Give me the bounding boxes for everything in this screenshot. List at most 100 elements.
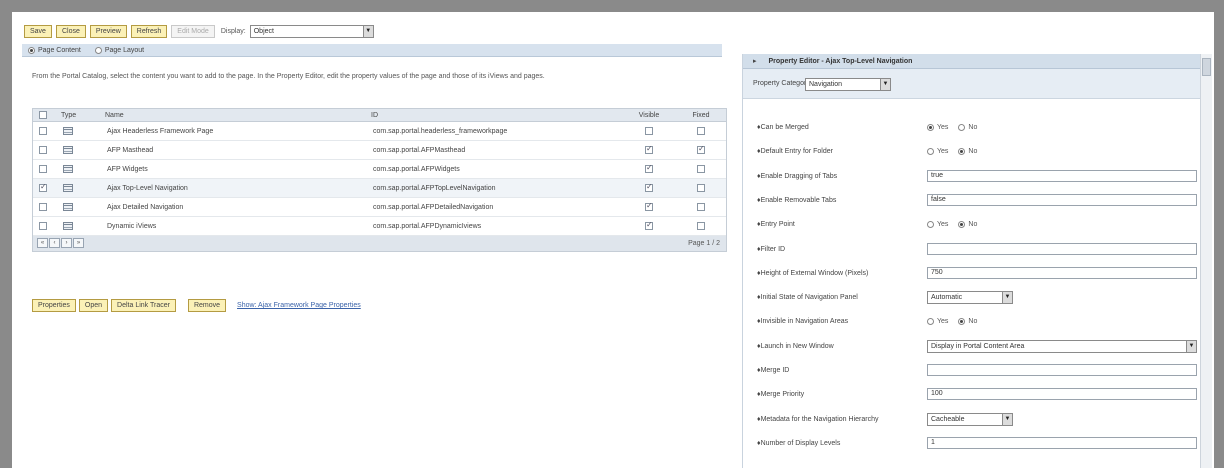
property-category-value: Navigation [809,81,843,88]
row-select-checkbox[interactable] [39,165,47,173]
display-select-value: Object [253,27,274,35]
visible-checkbox[interactable] [645,182,653,192]
close-button[interactable]: Close [55,24,86,38]
row-name[interactable]: AFP Widgets [101,160,371,178]
fixed-checkbox[interactable] [697,127,705,135]
toolbar: Save Close Preview Refresh Edit Mode Dis… [24,22,374,40]
table-row[interactable]: AFP Masthead com.sap.portal.AFPMasthead [33,141,726,160]
iview-type-icon [63,222,73,230]
property-label: ♦Enable Dragging of Tabs [757,173,838,180]
radio-no[interactable]: No [958,317,977,325]
radio-yes[interactable]: Yes [927,147,948,155]
property-row: ♦Merge Priority 100 [743,383,1199,407]
property-editor: ▸ Property Editor - Ajax Top-Level Navig… [742,54,1212,468]
properties-button[interactable]: Properties [32,299,76,312]
property-select[interactable]: Cacheable ▼ [927,413,1013,426]
property-input[interactable] [927,243,1197,255]
fixed-checkbox[interactable] [697,165,705,173]
yes-no-radio-group: Yes No [927,315,977,327]
column-name[interactable]: Name [101,109,371,121]
row-select-checkbox[interactable] [39,222,47,230]
edit-mode-button[interactable]: Edit Mode [171,24,215,38]
property-input[interactable] [927,364,1197,376]
radio-yes[interactable]: Yes [927,123,948,131]
last-page-icon[interactable]: » [73,238,84,248]
yes-no-radio-group: Yes No [927,121,977,133]
row-id: com.sap.portal.AFPMasthead [373,146,466,154]
tab-page-content[interactable]: Page Content [28,46,81,54]
property-input[interactable]: 100 [927,388,1197,400]
property-category-select[interactable]: Navigation ▼ [805,78,891,91]
property-row: ♦Invisible in Navigation Areas Yes No [743,310,1199,334]
property-label: ♦Launch in New Window [757,343,834,350]
table-row[interactable]: Dynamic iViews com.sap.portal.AFPDynamicI… [33,217,726,236]
visible-checkbox[interactable] [645,144,653,154]
property-input[interactable]: 750 [927,267,1197,279]
property-editor-scrollbar[interactable] [1200,54,1212,468]
property-row: ♦Enable Removable Tabs false [743,189,1199,213]
radio-no[interactable]: No [958,147,977,155]
row-select-checkbox[interactable] [39,146,47,154]
show-properties-link[interactable]: Show: Ajax Framework Page Properties [237,302,361,309]
table-header: Type Name ID Visible Fixed [33,109,726,122]
display-select[interactable]: Object ▼ [249,24,374,38]
next-page-icon[interactable]: › [61,238,72,248]
visible-checkbox[interactable] [645,220,653,230]
property-editor-header: ▸ Property Editor - Ajax Top-Level Navig… [743,54,1212,69]
refresh-button[interactable]: Refresh [130,24,168,38]
property-select[interactable]: Display in Portal Content Area ▼ [927,340,1197,353]
row-name[interactable]: Ajax Headerless Framework Page [101,122,371,140]
fixed-checkbox[interactable] [697,203,705,211]
property-input[interactable]: false [927,194,1197,206]
row-name[interactable]: Ajax Top-Level Navigation [101,179,371,197]
radio-no[interactable]: No [958,220,977,228]
property-input[interactable]: 1 [927,437,1197,449]
fixed-checkbox[interactable] [697,184,705,192]
radio-icon [927,147,934,155]
column-id[interactable]: ID [367,109,627,121]
table-row[interactable]: Ajax Detailed Navigation com.sap.portal.A… [33,198,726,217]
row-select-checkbox[interactable] [39,203,47,211]
row-select-checkbox[interactable] [39,127,47,135]
radio-icon [958,147,966,155]
column-type[interactable]: Type [57,109,97,121]
row-select-checkbox[interactable] [39,182,47,192]
scrollbar-thumb[interactable] [1202,58,1211,76]
row-id: com.sap.portal.AFPTopLevelNavigation [373,184,496,192]
visible-checkbox[interactable] [645,201,653,211]
tab-page-layout[interactable]: Page Layout [94,46,144,54]
row-name[interactable]: Ajax Detailed Navigation [101,198,371,216]
chevron-down-icon: ▼ [1186,341,1196,352]
fixed-checkbox[interactable] [697,222,705,230]
property-row: ♦Default Entry for Folder Yes No [743,140,1199,164]
property-row: ♦Can be Merged Yes No [743,116,1199,140]
collapse-icon[interactable]: ▸ [753,57,757,65]
radio-no[interactable]: No [958,123,977,131]
table-row[interactable]: AFP Widgets com.sap.portal.AFPWidgets [33,160,726,179]
chevron-down-icon: ▼ [1002,292,1012,303]
chevron-down-icon: ▼ [880,79,890,90]
row-name[interactable]: Dynamic iViews [101,217,371,235]
instructions-text: From the Portal Catalog, select the cont… [32,73,545,80]
table-row[interactable]: Ajax Top-Level Navigationcom.sap.portal.… [33,179,726,198]
property-select[interactable]: Automatic ▼ [927,291,1013,304]
row-name[interactable]: AFP Masthead [101,141,371,159]
select-all-checkbox[interactable] [39,111,47,119]
radio-yes[interactable]: Yes [927,220,948,228]
prev-page-icon[interactable]: ‹ [49,238,60,248]
fixed-checkbox[interactable] [697,144,705,154]
delta-link-tracer-button[interactable]: Delta Link Tracer [111,299,176,312]
property-label: ♦Enable Removable Tabs [757,197,837,204]
visible-checkbox[interactable] [645,127,653,135]
table-row[interactable]: Ajax Headerless Framework Page com.sap.po… [33,122,726,141]
property-input[interactable]: true [927,170,1197,182]
visible-checkbox[interactable] [645,163,653,173]
save-button[interactable]: Save [24,24,52,38]
first-page-icon[interactable]: « [37,238,48,248]
column-visible[interactable]: Visible [629,109,669,121]
open-button[interactable]: Open [78,299,109,312]
column-fixed[interactable]: Fixed [681,109,721,121]
radio-yes[interactable]: Yes [927,317,948,325]
preview-button[interactable]: Preview [89,24,127,38]
remove-button[interactable]: Remove [187,299,227,312]
